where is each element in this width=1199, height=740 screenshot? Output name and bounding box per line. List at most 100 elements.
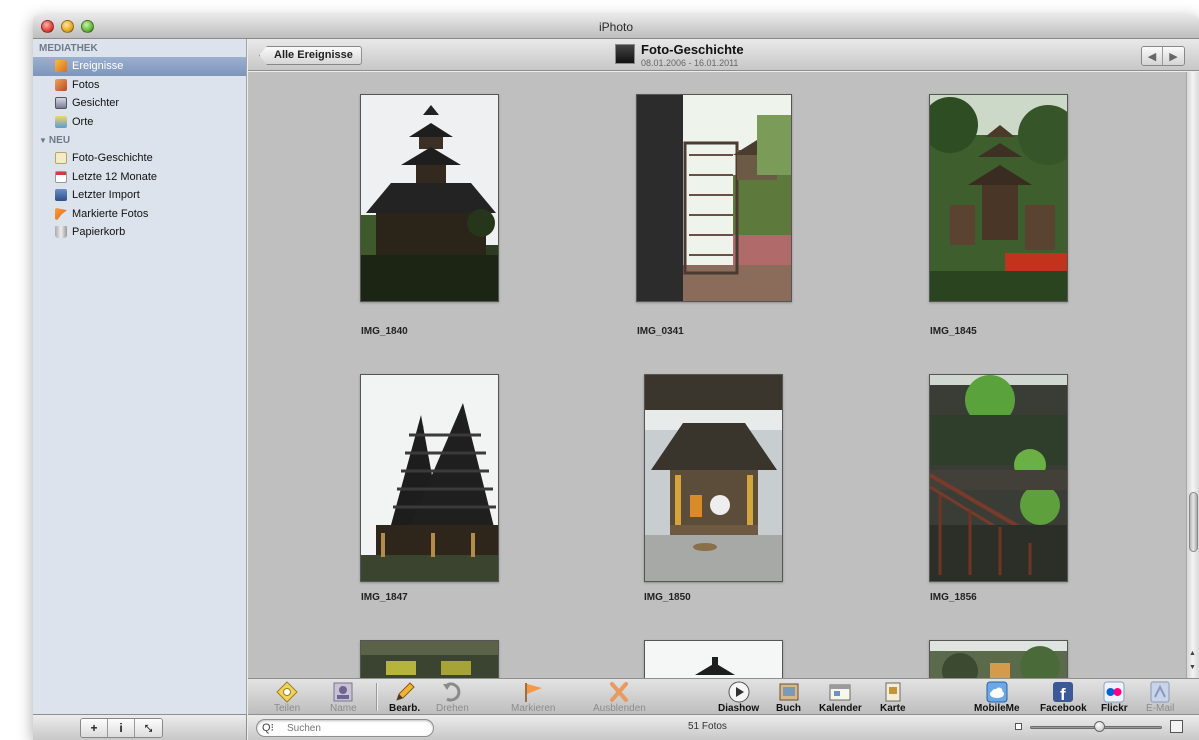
garden-stairs-photo <box>930 375 1067 581</box>
email-button[interactable]: E-Mail <box>1146 679 1174 714</box>
hide-button[interactable]: Ausblenden <box>593 679 646 714</box>
sidebar-item-label: Papierkorb <box>72 226 126 239</box>
zoom-in-icon[interactable] <box>1170 720 1183 733</box>
album-icon <box>55 152 67 165</box>
sidebar-item-letzter-import[interactable]: Letzter Import <box>33 186 246 205</box>
edit-button[interactable]: Bearb. <box>389 679 420 714</box>
sidebar-item-gesichter[interactable]: Gesichter <box>33 94 246 113</box>
name-button[interactable]: Name <box>330 679 357 714</box>
zoom-slider-knob[interactable] <box>1094 721 1106 732</box>
flag-icon <box>55 207 67 220</box>
toolbar-label: Kalender <box>819 703 862 714</box>
toolbar-label: Bearb. <box>389 703 421 714</box>
flickr-button[interactable]: Flickr <box>1101 679 1128 714</box>
flag-button[interactable]: Markieren <box>511 679 555 714</box>
flickr-icon <box>1103 681 1125 703</box>
photo-count: 51 Fotos <box>688 721 727 732</box>
toolbar-separator <box>376 683 377 711</box>
photo-thumbnail[interactable] <box>644 374 783 582</box>
sidebar-item-markierte-fotos[interactable]: Markierte Fotos <box>33 205 246 224</box>
sidebar-button-group: + i ⤡ <box>80 718 163 738</box>
slideshow-button[interactable]: Diashow <box>718 679 759 714</box>
fullscreen-button[interactable]: ⤡ <box>135 719 162 737</box>
photos-icon <box>55 78 67 91</box>
calendar-button[interactable]: Kalender <box>819 679 862 714</box>
next-event-button[interactable]: ▶ <box>1163 47 1184 65</box>
event-key-photo <box>615 44 635 64</box>
minimize-window-button[interactable] <box>61 20 74 33</box>
pagoda-photo <box>361 95 498 301</box>
mobileme-button[interactable]: MobileMe <box>974 679 1020 714</box>
sidebar-item-label: Gesichter <box>72 97 120 110</box>
share-button[interactable]: Teilen <box>274 679 300 714</box>
photo-thumbnail[interactable] <box>644 640 783 678</box>
sidebar-item-label: Markierte Fotos <box>72 207 149 220</box>
places-icon <box>55 115 67 128</box>
add-button[interactable]: + <box>81 719 108 737</box>
photo-thumbnail[interactable] <box>636 94 792 302</box>
sidebar-item-label: Letzter Import <box>72 189 140 202</box>
book-button[interactable]: Buch <box>776 679 801 714</box>
sidebar-item-ereignisse[interactable]: Ereignisse <box>33 57 246 76</box>
calendar-icon <box>829 684 851 701</box>
meru-towers-photo <box>361 375 498 581</box>
name-icon <box>333 682 353 702</box>
toolbar-label: Flickr <box>1101 703 1128 714</box>
event-navigation: ◀ ▶ <box>1141 46 1185 66</box>
sidebar-section-title: NEU <box>48 135 71 146</box>
disclosure-triangle-icon[interactable]: ▼ <box>39 136 47 145</box>
previous-event-button[interactable]: ◀ <box>1142 47 1163 65</box>
title-bar: iPhoto <box>33 15 1199 39</box>
sidebar-item-label: Fotos <box>72 78 100 91</box>
sidebar-item-letzte-12-monate[interactable]: Letzte 12 Monate <box>33 168 246 187</box>
edit-pencil-icon <box>395 682 415 701</box>
photo-thumbnail[interactable] <box>360 374 499 582</box>
sidebar-item-orte[interactable]: Orte <box>33 113 246 132</box>
photo-grid[interactable]: IMG_1840 IMG_0341 IMG_1845 IMG_1847 IMG_… <box>248 72 1186 678</box>
toolbar-label: E-Mail <box>1146 703 1175 714</box>
toolbar-label: Drehen <box>436 703 469 714</box>
facebook-button[interactable]: f Facebook <box>1040 679 1087 714</box>
photo-thumbnail[interactable] <box>360 94 499 302</box>
zoom-out-icon[interactable] <box>1015 723 1022 730</box>
photo-thumbnail[interactable] <box>360 640 499 678</box>
photo-thumbnail[interactable] <box>929 94 1068 302</box>
scroll-thumb[interactable] <box>1189 492 1198 552</box>
toolbar-label: Ausblenden <box>593 703 646 714</box>
close-window-button[interactable] <box>41 20 54 33</box>
photo-thumbnail[interactable] <box>929 640 1068 678</box>
toolbar-label: Facebook <box>1040 703 1087 714</box>
sidebar-section-neu[interactable]: ▼ NEU <box>33 131 246 149</box>
mobileme-cloud-icon <box>986 681 1008 703</box>
vertical-scrollbar[interactable]: ▲ ▼ <box>1186 72 1199 678</box>
email-icon <box>1150 681 1170 703</box>
sidebar-item-foto-geschichte[interactable]: Foto-Geschichte <box>33 149 246 168</box>
search-icon[interactable]: Q⁝ <box>262 721 274 734</box>
sidebar-item-papierkorb[interactable]: Papierkorb <box>33 223 246 242</box>
flag-icon <box>525 683 543 702</box>
toolbar-label: Karte <box>880 703 906 714</box>
share-icon <box>276 681 298 703</box>
info-button[interactable]: i <box>108 719 135 737</box>
card-button[interactable]: Karte <box>880 679 906 714</box>
svg-text:f: f <box>1060 685 1066 703</box>
trash-icon <box>55 226 67 239</box>
event-title: Foto-Geschichte <box>641 42 744 57</box>
play-icon <box>728 681 750 703</box>
zoom-window-button[interactable] <box>81 20 94 33</box>
rotate-button[interactable]: Drehen <box>436 679 469 714</box>
search-box[interactable]: Q⁝ <box>256 719 434 737</box>
sidebar-item-fotos[interactable]: Fotos <box>33 76 246 95</box>
pavilion-photo <box>645 375 782 581</box>
photo-title: IMG_1845 <box>930 326 977 337</box>
sidebar-item-label: Letzte 12 Monate <box>72 170 158 183</box>
search-input[interactable] <box>287 721 427 735</box>
book-icon <box>779 683 798 701</box>
scroll-down-arrow-icon[interactable]: ▼ <box>1189 664 1196 671</box>
scroll-up-arrow-icon[interactable]: ▲ <box>1189 650 1196 657</box>
rotate-icon <box>443 682 461 702</box>
toolbar-label: Buch <box>776 703 801 714</box>
status-bar: Q⁝ 51 Fotos <box>248 714 1199 740</box>
all-events-back-button[interactable]: Alle Ereignisse <box>259 46 362 65</box>
photo-thumbnail[interactable] <box>929 374 1068 582</box>
